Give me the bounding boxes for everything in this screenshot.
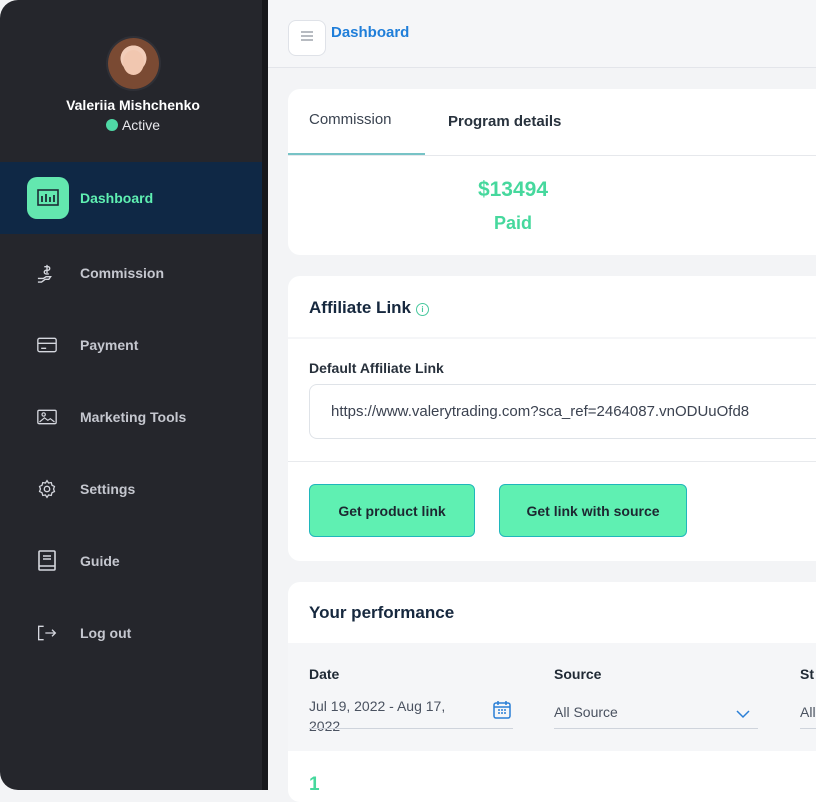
status-dot xyxy=(105,119,118,131)
app-window: Valeriia Mishchenko Active Dashboard Com… xyxy=(0,0,816,802)
top-bar: Dashboard xyxy=(268,0,816,68)
bar-chart-icon xyxy=(27,177,69,219)
status-filter-label: St xyxy=(800,666,814,682)
breadcrumb[interactable]: Dashboard xyxy=(331,24,409,41)
get-link-with-source-button[interactable]: Get link with source xyxy=(499,484,687,537)
hamburger-icon xyxy=(299,29,315,47)
date-filter-underline xyxy=(309,728,513,729)
section-divider xyxy=(288,337,816,339)
affiliate-title-text: Affiliate Link xyxy=(309,298,412,317)
user-status: Active xyxy=(0,117,266,133)
commission-card: Commission Program details $13494 Paid xyxy=(288,89,816,255)
date-filter-label: Date xyxy=(309,666,340,682)
get-product-link-button[interactable]: Get product link xyxy=(309,484,475,537)
affiliate-link-card: Affiliate Link i Default Affiliate Link h… xyxy=(288,276,816,561)
chevron-down-icon[interactable] xyxy=(736,706,750,724)
affiliate-field-label: Default Affiliate Link xyxy=(309,360,444,376)
book-icon xyxy=(37,550,57,571)
tab-bar: Commission Program details xyxy=(288,89,816,156)
active-tab-indicator xyxy=(288,153,425,155)
logout-icon xyxy=(37,623,57,643)
performance-title: Your performance xyxy=(309,603,455,622)
status-filter-underline xyxy=(800,728,816,729)
sidebar-item-label: Settings xyxy=(80,481,136,497)
sidebar-item-label: Commission xyxy=(80,265,165,281)
sidebar-item-label: Marketing Tools xyxy=(80,409,187,425)
user-name: Valeriia Mishchenko xyxy=(66,97,200,113)
source-filter-value[interactable]: All Source xyxy=(554,702,618,722)
sidebar: Valeriia Mishchenko Active Dashboard Com… xyxy=(0,0,266,790)
tab-commission[interactable]: Commission xyxy=(309,111,392,128)
sidebar-item-marketing-tools[interactable]: Marketing Tools xyxy=(0,381,266,453)
image-icon xyxy=(37,407,57,427)
avatar xyxy=(108,38,159,89)
sidebar-item-label: Log out xyxy=(80,625,132,641)
calendar-icon[interactable] xyxy=(493,700,511,725)
info-icon[interactable]: i xyxy=(416,303,430,316)
hand-dollar-icon xyxy=(37,263,57,283)
tab-program-details[interactable]: Program details xyxy=(448,113,561,130)
sidebar-item-label: Dashboard xyxy=(80,190,154,206)
date-filter-value[interactable]: Jul 19, 2022 - Aug 17, 2022 xyxy=(309,696,469,736)
sidebar-item-settings[interactable]: Settings xyxy=(0,453,266,525)
sidebar-item-label: Guide xyxy=(80,553,120,569)
sidebar-item-dashboard[interactable]: Dashboard xyxy=(0,162,266,234)
paid-amount: $13494 xyxy=(477,178,549,201)
menu-toggle-button[interactable] xyxy=(288,20,326,56)
performance-value: 1 xyxy=(309,774,320,795)
credit-card-icon xyxy=(37,335,57,355)
card-divider xyxy=(288,461,816,462)
sidebar-item-guide[interactable]: Guide xyxy=(0,525,266,597)
sidebar-item-label: Payment xyxy=(80,337,139,353)
sidebar-item-logout[interactable]: Log out xyxy=(0,597,266,669)
gear-icon xyxy=(37,479,57,499)
performance-card: Your performance Date Jul 19, 2022 - Aug… xyxy=(288,582,816,802)
affiliate-title: Affiliate Link i xyxy=(309,298,430,318)
source-filter-label: Source xyxy=(554,666,602,682)
main-content: Dashboard Commission Program details $13… xyxy=(268,0,816,802)
status-text: Active xyxy=(121,117,161,133)
sidebar-item-commission[interactable]: Commission xyxy=(0,237,266,309)
paid-label: Paid xyxy=(493,213,532,233)
source-filter-underline xyxy=(554,728,758,729)
status-filter-value[interactable]: All xyxy=(800,702,816,722)
affiliate-link-field[interactable]: https://www.valerytrading.com?sca_ref=24… xyxy=(309,384,816,439)
sidebar-item-payment[interactable]: Payment xyxy=(0,309,266,381)
